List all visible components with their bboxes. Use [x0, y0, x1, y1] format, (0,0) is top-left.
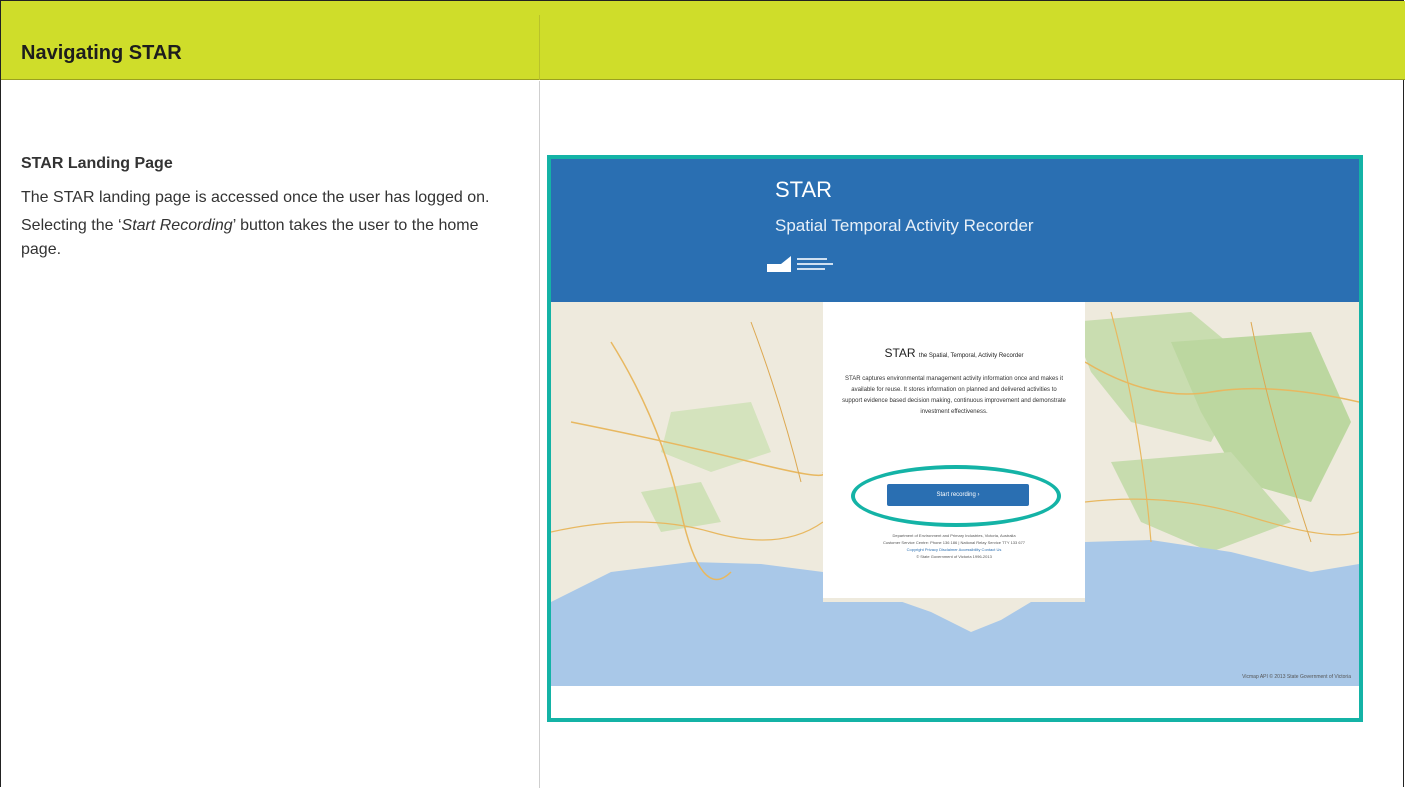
left-text-column: STAR Landing Page The STAR landing page …	[21, 101, 521, 266]
button-highlight-circle	[851, 465, 1061, 527]
table-header-row: Navigating STAR	[1, 1, 1405, 80]
footer-department: Department of Environment and Primary In…	[892, 533, 1016, 538]
section-heading: Navigating STAR	[21, 42, 182, 64]
instruction-text-start: Selecting the ‘	[21, 217, 122, 234]
map-attribution: Vicmap API © 2013 State Government of Vi…	[1242, 674, 1351, 680]
description-paragraph: The STAR landing page is accessed once t…	[21, 189, 490, 206]
footer-contact: Customer Service Centre: Phone 136 186 |…	[882, 540, 1026, 545]
victoria-map: Vicmap API © 2013 State Government of Vi…	[551, 302, 1359, 686]
card-footer: Department of Environment and Primary In…	[835, 532, 1073, 560]
subsection-title: STAR Landing Page	[21, 155, 173, 172]
banner-subtitle: Spatial Temporal Activity Recorder	[775, 216, 1034, 235]
instruction-button-name: Start Recording	[121, 217, 233, 234]
header-column-divider	[539, 15, 540, 80]
instruction-paragraph: Selecting the ‘Start Recording’ button t…	[21, 214, 521, 262]
star-banner: STAR Spatial Temporal Activity Recorder	[551, 159, 1359, 302]
footer-copyright: © State Government of Victoria 1996-2013	[916, 554, 992, 559]
card-description: STAR captures environmental management a…	[842, 376, 1066, 415]
card-title-small: the Spatial, Temporal, Activity Recorder	[918, 353, 1024, 359]
card-title-big: STAR	[884, 346, 916, 360]
document-table: Navigating STAR STAR Landing Page The ST…	[0, 0, 1405, 788]
banner-title: STAR	[775, 177, 833, 202]
department-logo	[767, 256, 833, 272]
column-divider	[539, 81, 540, 788]
star-landing-screenshot: STAR Spatial Temporal Activity Recorder	[547, 155, 1363, 722]
card-heading: STAR the Spatial, Temporal, Activity Rec…	[823, 346, 1085, 360]
intro-card: STAR the Spatial, Temporal, Activity Rec…	[823, 302, 1085, 598]
screenshot-bottom-strip	[551, 686, 1359, 718]
footer-links[interactable]: Copyright Privacy Disclaimer Accessibili…	[835, 546, 1073, 553]
